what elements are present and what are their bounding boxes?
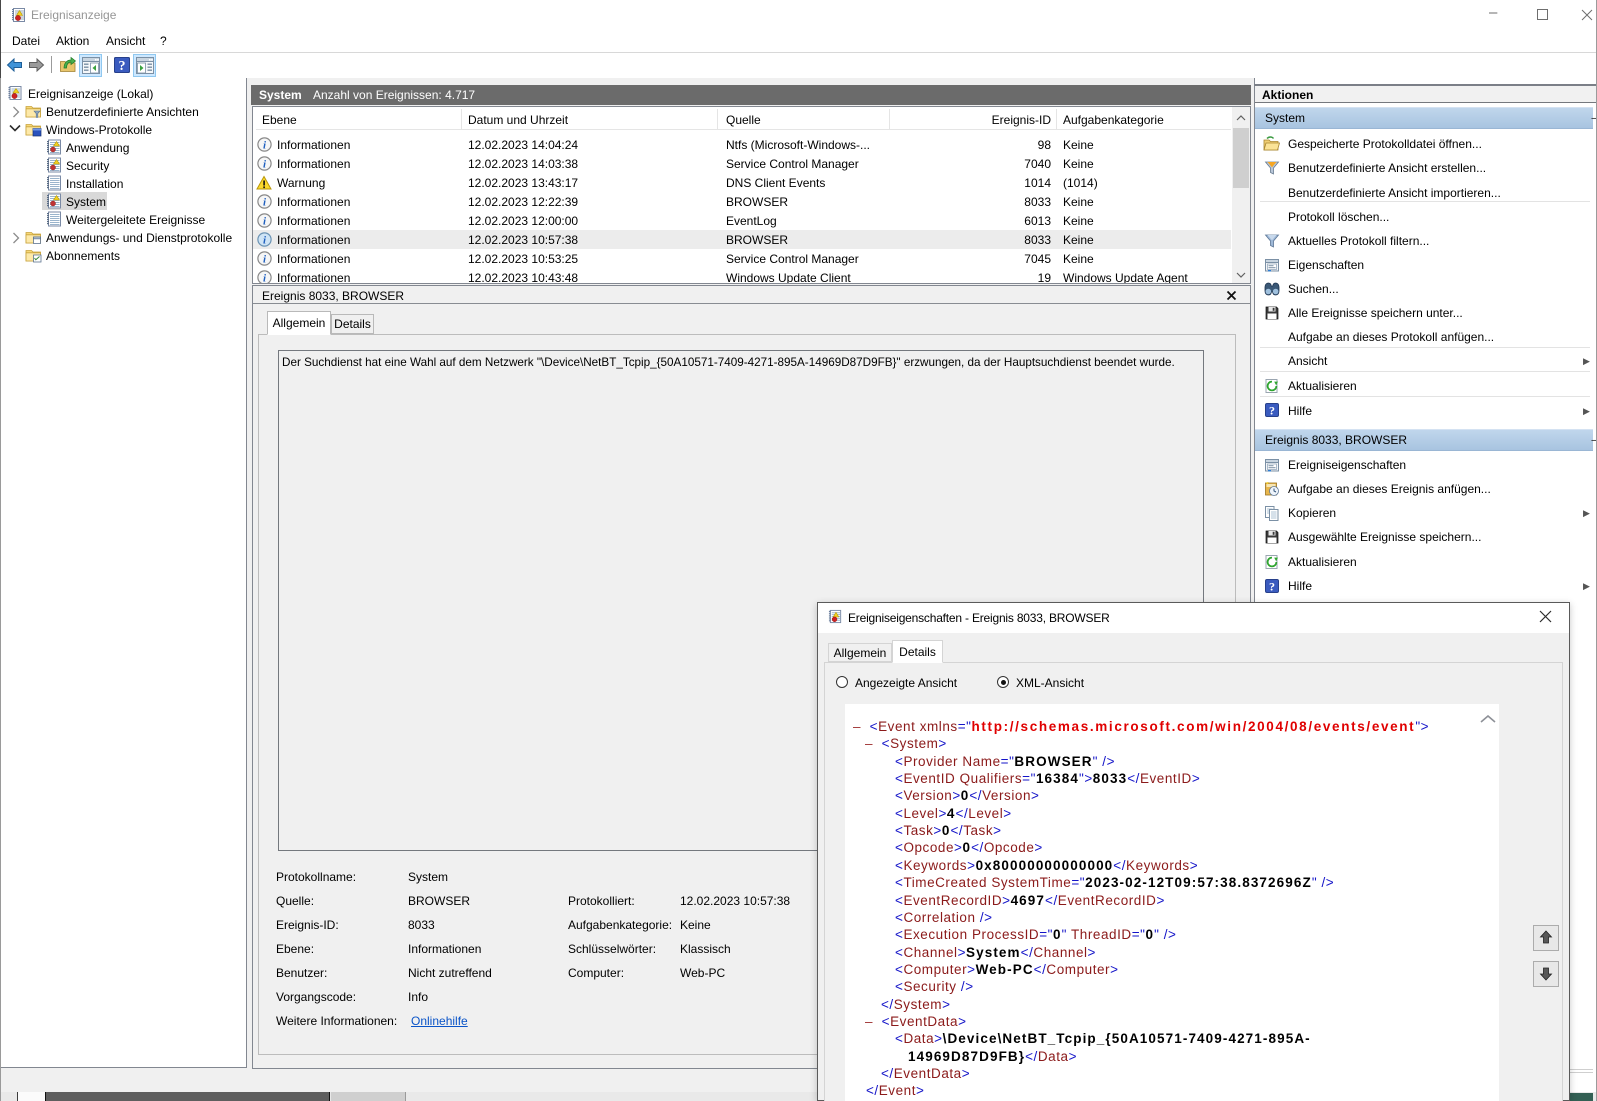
svg-text:?: ?: [1269, 580, 1275, 594]
svg-text:?: ?: [119, 59, 126, 74]
svg-text:?: ?: [1269, 404, 1275, 418]
